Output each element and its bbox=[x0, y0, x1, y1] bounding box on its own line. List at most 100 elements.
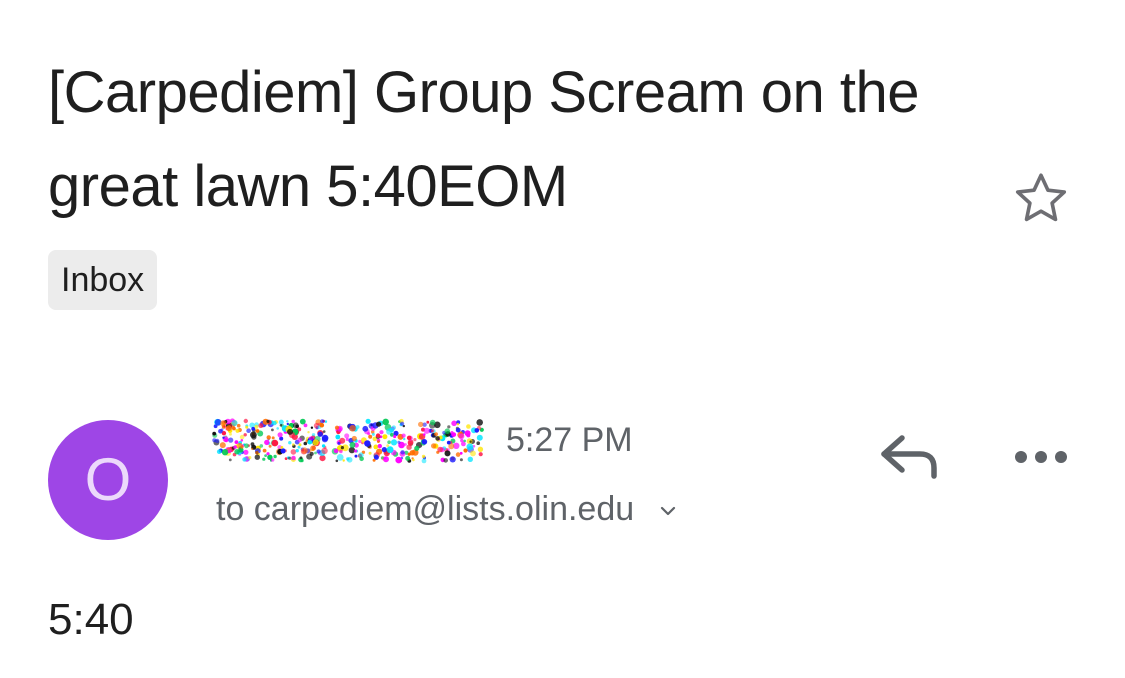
redaction-dot bbox=[406, 444, 412, 450]
redaction-dot bbox=[278, 419, 284, 425]
redaction-dot bbox=[212, 438, 217, 443]
redaction-dot bbox=[381, 447, 387, 453]
redaction-dot bbox=[266, 435, 271, 440]
redaction-dot bbox=[303, 423, 308, 428]
redaction-dot bbox=[351, 435, 357, 442]
redaction-dot bbox=[469, 440, 472, 443]
redaction-dot bbox=[219, 442, 226, 449]
redaction-dot bbox=[290, 449, 297, 455]
redaction-dot bbox=[221, 449, 229, 456]
redaction-dot bbox=[412, 458, 415, 462]
redaction-dot bbox=[276, 427, 279, 430]
star-icon[interactable] bbox=[1010, 168, 1072, 230]
redaction-dot bbox=[229, 432, 232, 436]
redaction-dot bbox=[216, 449, 222, 454]
redaction-dot bbox=[258, 423, 264, 429]
redaction-dot bbox=[409, 450, 415, 456]
redaction-dot bbox=[222, 436, 225, 439]
redaction-dot bbox=[364, 440, 371, 447]
redaction-dot bbox=[464, 430, 471, 437]
redaction-dot bbox=[339, 449, 343, 454]
redaction-dot bbox=[451, 420, 457, 427]
redaction-dot bbox=[476, 434, 483, 441]
redaction-dot bbox=[280, 448, 286, 454]
redaction-dot bbox=[444, 450, 451, 457]
redaction-dot bbox=[264, 454, 267, 457]
redaction-dot bbox=[234, 440, 239, 444]
redaction-dot bbox=[248, 456, 252, 460]
redaction-dot bbox=[228, 437, 234, 443]
inbox-label-chip[interactable]: Inbox bbox=[48, 250, 158, 310]
redaction-dot bbox=[359, 456, 364, 462]
redaction-dot bbox=[317, 431, 323, 437]
redaction-dot bbox=[354, 454, 358, 458]
redaction-dot bbox=[397, 440, 401, 444]
redaction-dot bbox=[400, 450, 405, 455]
redaction-dot bbox=[386, 444, 390, 447]
redaction-dot bbox=[358, 439, 362, 444]
redaction-dot bbox=[380, 456, 384, 460]
redaction-dot bbox=[386, 446, 394, 454]
redaction-dot bbox=[467, 456, 473, 462]
redaction-dot bbox=[287, 428, 293, 435]
redaction-dot bbox=[418, 421, 424, 428]
redaction-dot bbox=[463, 439, 466, 443]
redaction-dot bbox=[220, 428, 224, 432]
redaction-dot bbox=[240, 439, 244, 442]
redaction-dot bbox=[466, 443, 474, 451]
redaction-dot bbox=[383, 456, 389, 463]
recipient-details-toggle[interactable]: to carpediem@lists.olin.edu bbox=[216, 486, 678, 532]
redaction-dot bbox=[288, 456, 292, 460]
redaction-dot bbox=[250, 447, 254, 451]
redaction-dot bbox=[368, 434, 373, 439]
redaction-dot bbox=[459, 458, 463, 462]
redaction-dot bbox=[429, 419, 436, 426]
redaction-dot bbox=[458, 433, 465, 440]
redaction-dot bbox=[421, 458, 427, 464]
sender-name-redacted[interactable] bbox=[212, 415, 484, 467]
redaction-dot bbox=[477, 446, 484, 452]
redaction-dot bbox=[434, 432, 438, 436]
redaction-dot bbox=[334, 425, 340, 430]
redaction-dot bbox=[413, 438, 417, 442]
redaction-dot bbox=[268, 444, 272, 448]
redaction-dot bbox=[240, 445, 244, 449]
redaction-dot bbox=[336, 454, 344, 461]
redaction-dot bbox=[405, 455, 411, 461]
redaction-dot bbox=[279, 423, 283, 427]
reply-icon[interactable] bbox=[876, 430, 942, 484]
redaction-dot bbox=[342, 459, 345, 462]
redaction-dot bbox=[306, 453, 313, 460]
redaction-dot bbox=[373, 454, 379, 460]
redaction-dot bbox=[262, 457, 266, 461]
redaction-dot bbox=[444, 428, 451, 434]
redaction-dot bbox=[423, 433, 426, 436]
redaction-dot bbox=[354, 449, 358, 453]
redaction-dot bbox=[231, 420, 238, 427]
redaction-dot bbox=[297, 437, 302, 443]
redaction-dot bbox=[455, 427, 461, 433]
chevron-down-icon bbox=[660, 506, 675, 516]
redaction-dot bbox=[339, 437, 346, 444]
redaction-dot bbox=[375, 433, 381, 438]
redaction-dot bbox=[335, 459, 339, 463]
redaction-dot bbox=[286, 422, 289, 426]
redaction-dot bbox=[447, 425, 451, 429]
redaction-dot bbox=[456, 423, 460, 426]
redaction-dot bbox=[344, 433, 350, 439]
redaction-dot bbox=[242, 457, 247, 462]
redaction-dot bbox=[235, 428, 240, 433]
redaction-dot bbox=[349, 425, 356, 432]
redaction-dot bbox=[446, 440, 451, 445]
redaction-dot bbox=[316, 449, 321, 454]
redaction-dot bbox=[400, 421, 405, 426]
redaction-dot bbox=[292, 443, 295, 446]
redaction-dot bbox=[382, 418, 389, 426]
sender-avatar[interactable]: O bbox=[48, 420, 168, 540]
redaction-dot bbox=[312, 439, 319, 446]
redaction-dot bbox=[228, 458, 232, 462]
redaction-dot bbox=[262, 448, 267, 453]
redaction-dot bbox=[251, 434, 257, 440]
redaction-dot bbox=[373, 444, 379, 450]
more-options-icon[interactable] bbox=[1012, 440, 1070, 474]
